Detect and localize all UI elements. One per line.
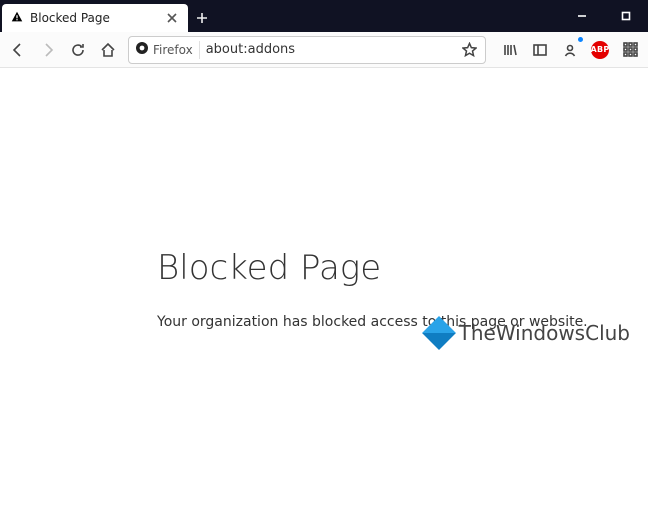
- bookmark-star-icon[interactable]: [459, 40, 479, 60]
- tab-close-button[interactable]: [164, 10, 180, 26]
- sidebar-button[interactable]: [526, 36, 554, 64]
- home-button[interactable]: [94, 36, 122, 64]
- blocked-page-panel: Blocked Page Your organization has block…: [157, 248, 627, 330]
- toolbar-right-icons: ABP: [492, 36, 644, 64]
- new-tab-button[interactable]: [188, 4, 216, 32]
- adblock-plus-button[interactable]: ABP: [586, 36, 614, 64]
- nav-toolbar: Firefox about:addons ABP: [0, 32, 648, 68]
- account-button[interactable]: [556, 36, 584, 64]
- forward-button[interactable]: [34, 36, 62, 64]
- url-input[interactable]: about:addons: [206, 42, 453, 57]
- library-button[interactable]: [496, 36, 524, 64]
- blocked-message: Your organization has blocked access to …: [157, 314, 627, 330]
- window-minimize-button[interactable]: [560, 0, 604, 32]
- identity-label: Firefox: [153, 43, 193, 57]
- window-titlebar: Blocked Page: [0, 0, 648, 32]
- notification-badge-icon: [578, 37, 583, 42]
- tab-title: Blocked Page: [30, 11, 110, 25]
- warning-triangle-icon: [10, 10, 24, 27]
- window-maximize-button[interactable]: [604, 0, 648, 32]
- page-content: Blocked Page Your organization has block…: [0, 68, 648, 528]
- firefox-logo-icon: [135, 41, 149, 58]
- window-controls: [560, 0, 648, 32]
- reload-button[interactable]: [64, 36, 92, 64]
- blocked-heading: Blocked Page: [157, 248, 627, 288]
- tab-strip: Blocked Page: [0, 0, 216, 32]
- app-menu-button[interactable]: [616, 36, 644, 64]
- back-button[interactable]: [4, 36, 32, 64]
- url-bar[interactable]: Firefox about:addons: [128, 36, 486, 64]
- abp-icon: ABP: [591, 41, 609, 59]
- site-identity[interactable]: Firefox: [135, 41, 200, 59]
- browser-tab-active[interactable]: Blocked Page: [2, 4, 188, 32]
